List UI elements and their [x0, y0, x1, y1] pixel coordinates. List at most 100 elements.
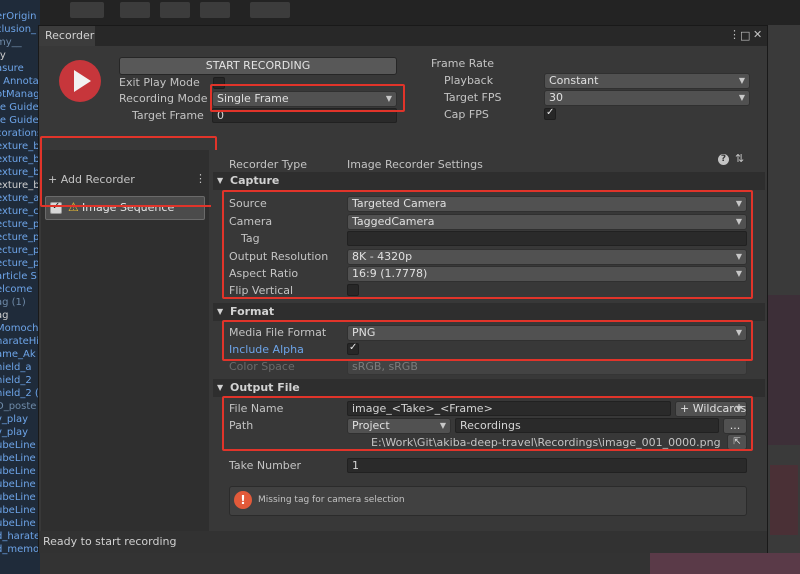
take-number-input[interactable]: 1 [347, 458, 747, 473]
cap-fps-checkbox[interactable]: ✓ [544, 107, 556, 120]
settings-icon[interactable]: ⇅ [735, 152, 744, 165]
capture-section-header[interactable]: ▼ Capture [213, 172, 765, 190]
toolbar-button[interactable] [120, 2, 150, 18]
hierarchy-item[interactable]: exture_c [0, 205, 40, 218]
hierarchy-item[interactable]: harateHi [0, 335, 40, 348]
hierarchy-item[interactable]: exture_b [0, 153, 40, 166]
media-file-format-dropdown[interactable]: PNG ▼ [347, 325, 747, 341]
target-fps-value: 30 [549, 91, 563, 104]
format-section-header[interactable]: ▼ Format [213, 303, 765, 321]
hierarchy-item[interactable]: exture_b [0, 140, 40, 153]
source-dropdown[interactable]: Targeted Camera ▼ [347, 196, 747, 212]
hierarchy-item[interactable]: d_harate [0, 530, 40, 543]
hierarchy-item[interactable]: ecture_p [0, 257, 40, 270]
path-input[interactable]: Recordings [455, 418, 719, 433]
maximize-icon[interactable]: □ [740, 29, 750, 42]
close-icon[interactable]: ✕ [753, 28, 762, 41]
hierarchy-item[interactable]: ubeLine [0, 439, 40, 452]
hierarchy-item[interactable]: ubeLine [0, 517, 40, 530]
record-button[interactable] [59, 60, 101, 102]
hierarchy-item[interactable]: asure [0, 62, 40, 75]
bottom-background [40, 553, 800, 574]
toolbar-button[interactable] [200, 2, 230, 18]
include-alpha-checkbox[interactable]: ✓ [347, 342, 359, 355]
hierarchy-item[interactable]: hield_2 [0, 374, 40, 387]
help-icon[interactable]: ? [718, 154, 729, 165]
target-frame-input[interactable]: 0 [212, 108, 397, 123]
hierarchy-item[interactable]: ag (1) [0, 296, 40, 309]
editor-toolbar-background [40, 0, 800, 25]
hierarchy-item[interactable]: ame_Ak [0, 348, 40, 361]
scene-view-background [768, 25, 800, 574]
hierarchy-item[interactable]: ubeLine [0, 478, 40, 491]
chevron-down-icon: ▼ [735, 269, 742, 278]
recording-mode-dropdown[interactable]: Single Frame ▼ [212, 91, 397, 107]
hierarchy-item[interactable]: elcome [0, 283, 40, 296]
status-bar: Ready to start recording [39, 531, 767, 553]
file-name-input[interactable]: image_<Take>_<Frame> [347, 401, 671, 416]
path-root-dropdown[interactable]: Project ▼ [347, 418, 451, 434]
hierarchy-item[interactable]: d_memor [0, 543, 40, 556]
toolbar-button[interactable] [250, 2, 290, 18]
recorder-header: START RECORDING Exit Play Mode Recording… [39, 46, 767, 149]
output-file-section-header[interactable]: ▼ Output File [213, 379, 765, 397]
hierarchy-item[interactable]: ecture_p [0, 244, 40, 257]
capture-title: Capture [230, 174, 280, 187]
file-name-label: File Name [229, 402, 284, 415]
hierarchy-item[interactable]: my__ [0, 36, 40, 49]
more-options-icon[interactable]: ⋮ [729, 28, 740, 41]
recorder-list-item[interactable]: ✓ ⚠ Image Sequence [45, 196, 205, 220]
hierarchy-item[interactable]: otManag [0, 88, 40, 101]
hierarchy-item[interactable]: ecture_p [0, 231, 40, 244]
format-title: Format [230, 305, 275, 318]
hierarchy-item[interactable]: v_play [0, 426, 40, 439]
tag-input[interactable] [347, 231, 747, 246]
hierarchy-item[interactable]: ag [0, 309, 40, 322]
tab-recorder[interactable]: Recorder [39, 26, 95, 46]
hierarchy-item[interactable]: clusion_ [0, 23, 40, 36]
recorder-list-panel: + Add Recorder ⋮ ✓ ⚠ Image Sequence [41, 150, 209, 542]
hierarchy-item[interactable]: v_play [0, 413, 40, 426]
chevron-down-icon: ▼ [735, 217, 742, 226]
hierarchy-item[interactable]: erOrigin [0, 10, 40, 23]
start-recording-button[interactable]: START RECORDING [119, 57, 397, 75]
exit-play-mode-checkbox[interactable] [213, 77, 225, 89]
hierarchy-item[interactable]: exture_b [0, 166, 40, 179]
hierarchy-item[interactable]: te Guide [0, 101, 40, 114]
wildcards-dropdown[interactable]: + Wildcards ▼ [675, 401, 747, 417]
chevron-down-icon: ▼ [735, 404, 742, 413]
chevron-down-icon: ▼ [735, 328, 742, 337]
hierarchy-item[interactable]: D_poste [0, 400, 40, 413]
hierarchy-item[interactable]: corations [0, 127, 40, 140]
recorder-enabled-checkbox[interactable]: ✓ [50, 201, 62, 214]
hierarchy-item[interactable]: Momochi [0, 322, 40, 335]
hierarchy-item[interactable]: ty [0, 49, 40, 62]
hierarchy-item[interactable]: hield_a [0, 361, 40, 374]
hierarchy-item[interactable]: ubeLine [0, 504, 40, 517]
hierarchy-item[interactable]: exture_b [0, 179, 40, 192]
hierarchy-item[interactable]: ubeLine [0, 452, 40, 465]
hierarchy-item[interactable]: article S [0, 270, 40, 283]
playback-dropdown[interactable]: Constant ▼ [544, 73, 750, 89]
camera-dropdown[interactable]: TaggedCamera ▼ [347, 214, 747, 230]
hierarchy-item[interactable]: te Guide [0, 114, 40, 127]
hierarchy-item[interactable]: t Annota [0, 75, 40, 88]
add-recorder-button[interactable]: + Add Recorder [48, 173, 135, 186]
hierarchy-item[interactable]: ecture_p [0, 218, 40, 231]
source-value: Targeted Camera [352, 197, 447, 210]
aspect-ratio-dropdown[interactable]: 16:9 (1.7778) ▼ [347, 266, 747, 282]
hierarchy-item[interactable]: hield_2 ( [0, 387, 40, 400]
target-fps-dropdown[interactable]: 30 ▼ [544, 90, 750, 106]
open-folder-icon[interactable]: ⇱ [727, 434, 747, 450]
hierarchy-item[interactable]: ubeLine [0, 491, 40, 504]
foldout-arrow-icon: ▼ [217, 176, 224, 185]
output-file-title: Output File [230, 381, 300, 394]
output-resolution-dropdown[interactable]: 8K - 4320p ▼ [347, 249, 747, 265]
panel-menu-icon[interactable]: ⋮ [195, 172, 206, 185]
toolbar-button[interactable] [160, 2, 190, 18]
flip-vertical-checkbox[interactable] [347, 284, 359, 296]
toolbar-button[interactable] [70, 2, 104, 18]
hierarchy-item[interactable]: exture_a [0, 192, 40, 205]
browse-button[interactable]: ... [723, 418, 747, 434]
hierarchy-item[interactable]: ubeLine [0, 465, 40, 478]
